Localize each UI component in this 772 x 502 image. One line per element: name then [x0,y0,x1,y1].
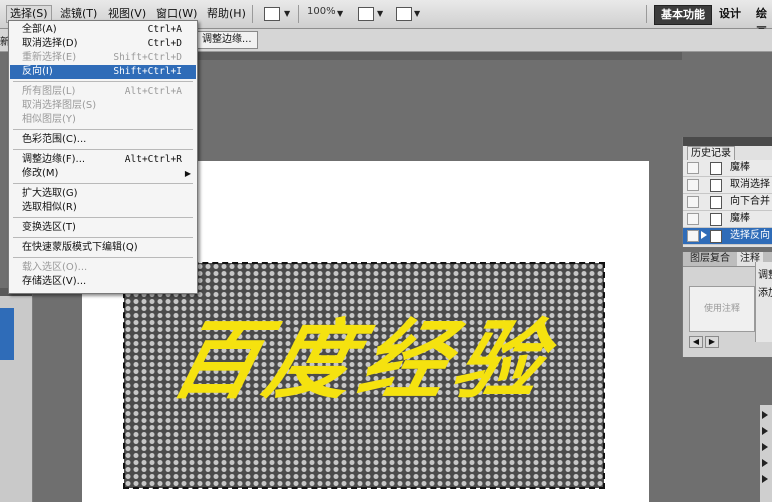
tab-layer-comps[interactable]: 图层复合 [687,252,733,266]
menu-item-all-layers: 所有图层(L) Alt+Ctrl+A [22,86,182,97]
document-icon [710,179,722,192]
menu-item-save-selection[interactable]: 存储选区(V)... [10,275,196,289]
refine-edge-button[interactable]: 调整边缘... [196,31,258,49]
view-extras-icon[interactable] [264,7,280,21]
menu-separator [13,149,193,150]
adjustments-panel: 调整 添加 [755,262,772,342]
menu-item-all[interactable]: 全部(A) Ctrl+A [10,23,196,37]
history-panel: 历史记录 魔棒 取消选择 向下合并 魔棒 选择反向 [682,137,772,247]
expand-arrow-icon[interactable] [762,475,768,483]
next-arrow-icon[interactable]: ▶ [705,336,719,348]
history-row[interactable]: 向下合并 [683,194,772,211]
expand-arrow-icon[interactable] [762,443,768,451]
menu-item-inverse[interactable]: 反向(I) Shift+Ctrl+I [10,65,196,79]
history-checkbox[interactable] [687,196,699,208]
history-row[interactable]: 魔棒 [683,211,772,228]
document-icon [710,230,722,243]
document-icon [710,196,722,209]
menu-separator [13,129,193,130]
menu-item-deselect-layers: 取消选择图层(S) [22,100,97,111]
previous-arrow-icon[interactable]: ◀ [689,336,703,348]
menu-item-load-selection: 载入选区(O)... [22,262,88,273]
history-row[interactable]: 魔棒 [683,160,772,177]
menu-help[interactable]: 帮助(H) [204,6,249,22]
workspace-essentials-button[interactable]: 基本功能 [654,5,712,25]
workspace-painting-button[interactable]: 绘画 [750,5,772,38]
chevron-down-icon[interactable]: ▼ [414,9,420,18]
menu-item-quick-mask[interactable]: 在快速蒙版模式下编辑(Q) [10,241,196,255]
selected-layer-highlight[interactable] [0,308,14,360]
expand-arrow-icon[interactable] [762,459,768,467]
history-row[interactable]: 取消选择 [683,177,772,194]
menu-item-similar-layers: 相似图层(Y) [22,114,76,125]
chevron-down-icon[interactable]: ▼ [377,9,383,18]
chevron-down-icon[interactable]: ▼ [284,9,290,18]
menu-item-deselect[interactable]: 取消选择(D) Ctrl+D [10,37,196,51]
history-checkbox[interactable] [687,162,699,174]
menu-separator [13,183,193,184]
magic-wand-icon [710,162,722,175]
history-checkbox[interactable] [687,179,699,191]
adjustments-title[interactable]: 调整 [758,266,772,281]
menu-item-similar[interactable]: 选取相似(R) [10,201,196,215]
menu-separator [13,217,193,218]
screen-mode-icon[interactable] [396,7,412,21]
menu-item-transform-selection[interactable]: 变换选区(T) [10,221,196,235]
expand-arrow-icon[interactable] [762,427,768,435]
panel-titlebar [683,137,772,146]
select-dropdown-menu: 全部(A) Ctrl+A 取消选择(D) Ctrl+D 重新选择(E) Shift+C… [8,20,198,294]
menu-item-refine-edge[interactable]: 调整边缘(F)... Alt+Ctrl+R [10,153,196,167]
document-tab-strip [196,52,682,60]
arrange-documents-icon[interactable] [358,7,374,21]
lower-right-panel [760,405,772,502]
expand-arrow-icon[interactable] [762,411,768,419]
toolbar-separator [646,5,647,23]
toolbar-separator [298,5,299,23]
history-state-marker-icon [701,231,707,239]
history-row-selected[interactable]: 选择反向 [683,228,772,245]
tab-history[interactable]: 历史记录 [687,146,735,161]
menu-item-grow[interactable]: 扩大选取(G) [10,187,196,201]
adjustments-add-label: 添加 [758,288,772,299]
history-label: 魔棒 [730,162,750,173]
submenu-arrow-icon: ▶ [184,169,191,178]
magic-wand-icon [710,213,722,226]
menu-separator [13,237,193,238]
menu-separator [13,257,193,258]
workspace-design-button[interactable]: 设计 [713,5,747,23]
menu-separator [13,81,193,82]
menu-item-reselect: 重新选择(E) Shift+Ctrl+D [22,52,182,63]
toolbar-separator [252,5,253,23]
tools-panel [0,288,33,502]
history-label: 向下合并 [730,196,770,207]
note-placeholder[interactable]: 使用注释 [689,286,755,332]
menu-item-color-range[interactable]: 色彩范围(C)... [10,133,196,147]
zoom-level[interactable]: 100% [307,6,336,17]
history-checkbox[interactable] [687,213,699,225]
chevron-down-icon[interactable]: ▼ [337,9,343,18]
history-label: 魔棒 [730,213,750,224]
menu-item-modify[interactable]: 修改(M) ▶ [10,167,196,181]
history-label: 选择反向 [730,230,770,241]
history-label: 取消选择 [730,179,770,190]
logo-text: 百度经验 [161,310,563,411]
history-checkbox[interactable] [687,230,699,242]
